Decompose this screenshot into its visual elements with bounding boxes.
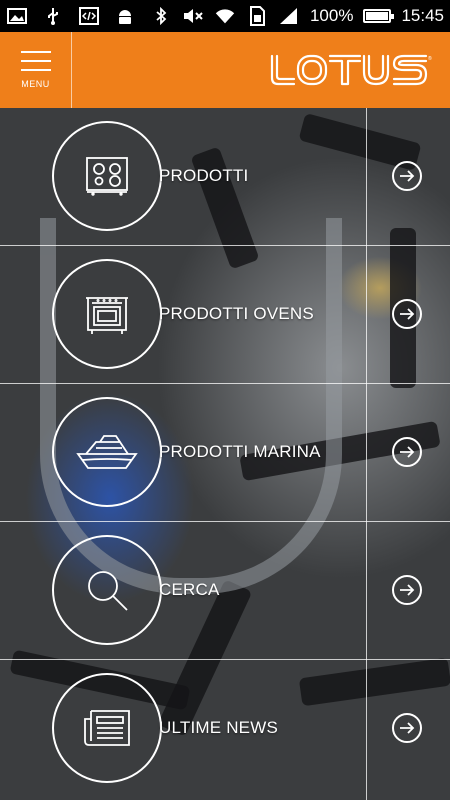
oven-icon xyxy=(52,259,162,369)
cooktop-icon xyxy=(52,121,162,231)
app-header: MENU ® xyxy=(0,32,450,108)
status-right: 100% 15:45 xyxy=(150,6,444,26)
image-icon xyxy=(6,7,28,25)
status-bar: 100% 15:45 xyxy=(0,0,450,32)
menu-item-ultime-news[interactable]: ULTIME NEWS xyxy=(0,659,450,797)
android-icon xyxy=(114,7,136,25)
arrow-right-icon[interactable] xyxy=(392,575,422,605)
sim-icon xyxy=(246,6,268,26)
news-icon xyxy=(52,673,162,783)
menu-button[interactable]: MENU xyxy=(0,32,72,108)
menu-item-label: PRODOTTI MARINA xyxy=(159,442,321,461)
bluetooth-icon xyxy=(150,7,172,25)
clock: 15:45 xyxy=(401,6,444,25)
code-icon xyxy=(78,7,100,25)
battery-percent: 100% xyxy=(309,6,354,25)
menu-label: MENU xyxy=(21,79,50,89)
mute-icon xyxy=(182,7,204,25)
menu-item-prodotti-ovens[interactable]: PRODOTTI OVENS xyxy=(0,245,450,383)
arrow-right-icon[interactable] xyxy=(392,713,422,743)
menu-item-prodotti[interactable]: PRODOTTI xyxy=(0,107,450,245)
arrow-right-icon[interactable] xyxy=(392,299,422,329)
battery-fill xyxy=(366,12,389,20)
status-left-icons xyxy=(6,7,136,25)
arrow-right-icon[interactable] xyxy=(392,161,422,191)
menu-item-prodotti-marina[interactable]: PRODOTTI MARINA xyxy=(0,383,450,521)
menu-item-label: PRODOTTI xyxy=(159,166,249,185)
lotus-logo: ® xyxy=(270,54,432,86)
wifi-icon xyxy=(214,7,236,25)
arrow-right-icon[interactable] xyxy=(392,437,422,467)
hamburger-icon xyxy=(20,51,51,71)
menu-item-label: ULTIME NEWS xyxy=(159,718,279,737)
battery-icon xyxy=(363,9,395,23)
menu-item-cerca[interactable]: CERCA xyxy=(0,521,450,659)
search-icon xyxy=(52,535,162,645)
boat-icon xyxy=(52,397,162,507)
svg-text:®: ® xyxy=(428,55,432,62)
signal-icon xyxy=(278,7,300,25)
menu-item-label: PRODOTTI OVENS xyxy=(159,304,314,323)
usb-icon xyxy=(42,7,64,25)
menu-item-label: CERCA xyxy=(159,580,220,599)
